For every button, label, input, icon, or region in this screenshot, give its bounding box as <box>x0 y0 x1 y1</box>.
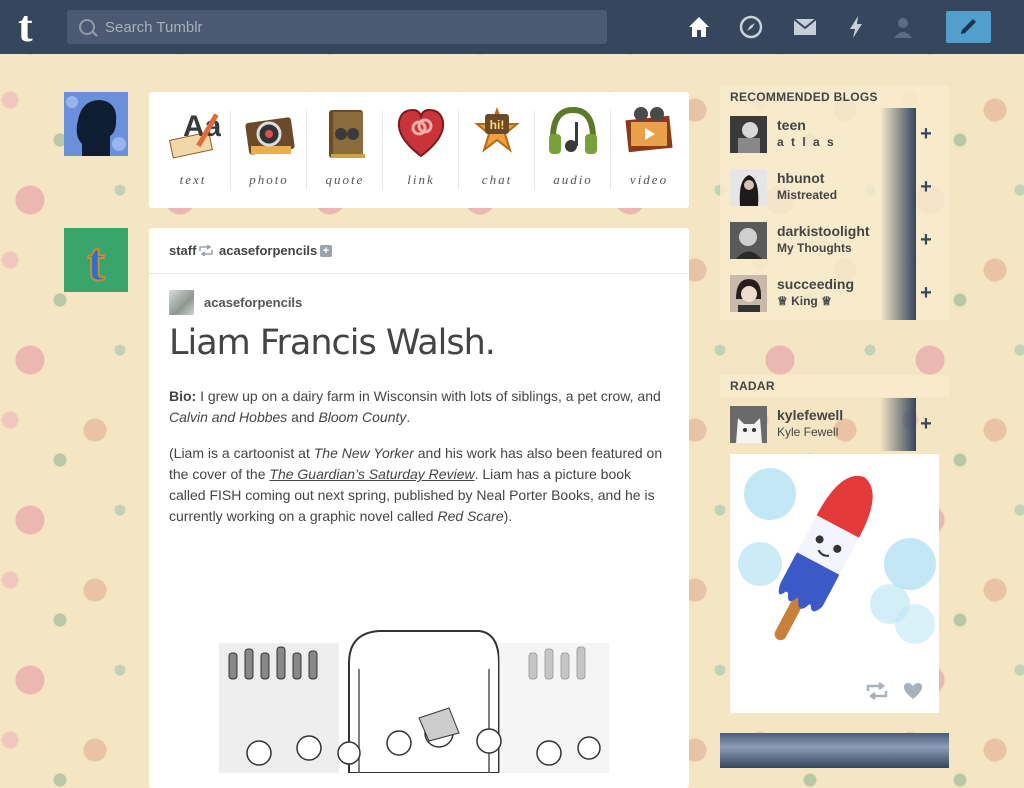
popsicle-illustration <box>730 454 939 668</box>
blog-avatar[interactable] <box>730 169 767 206</box>
fade-overlay <box>880 267 916 320</box>
bio-text: I grew up on a dairy farm in Wisconsin w… <box>196 388 661 404</box>
text-icon: Aa <box>168 110 221 159</box>
explore-all-link[interactable]: Explore all of Tumblr <box>730 334 839 348</box>
headphones-icon <box>549 106 597 154</box>
bio-italic-bloom: Bloom County <box>318 409 407 425</box>
post-bio-paragraph: Bio: I grew up on a dairy farm in Wiscon… <box>169 386 669 428</box>
follow-button[interactable]: + <box>918 175 934 199</box>
recommended-blog-item[interactable]: succeeding ♕ King ♕ + <box>720 267 949 320</box>
bio-label: Bio: <box>169 388 197 404</box>
post-body-paragraph: (Liam is a cartoonist at The New Yorker … <box>169 443 669 527</box>
blog-avatar[interactable] <box>730 275 767 312</box>
quote-icon <box>329 110 365 158</box>
blog-name[interactable]: succeeding <box>777 276 854 292</box>
post-type-audio[interactable]: audio <box>535 92 611 208</box>
post-type-label: chat <box>481 172 513 187</box>
post-type-link[interactable]: link <box>383 92 459 208</box>
post-type-chat[interactable]: hi! chat <box>459 92 535 208</box>
fade-overlay <box>880 214 916 267</box>
blog-avatar[interactable] <box>730 406 767 443</box>
recommended-blog-item[interactable]: darkistoolight My Thoughts + <box>720 214 949 267</box>
blog-avatar[interactable] <box>730 222 767 259</box>
post-type-bar: Aa text photo quote link hi! chat audio … <box>149 92 689 208</box>
guardian-link[interactable]: The Guardian’s Saturday Review <box>269 466 474 482</box>
compass-icon[interactable] <box>738 14 764 40</box>
reblog-icon <box>199 245 213 256</box>
svg-text:t: t <box>87 232 105 292</box>
fade-overlay <box>880 108 916 161</box>
sidebar-ad-block <box>720 733 949 768</box>
top-navigation-bar: t <box>0 0 1024 54</box>
account-icon[interactable] <box>890 14 916 40</box>
blog-title: Kyle Fewell <box>777 425 839 439</box>
lightning-icon[interactable] <box>843 14 869 40</box>
source-name[interactable]: acaseforpencils <box>204 295 302 310</box>
post-type-label: text <box>179 172 207 187</box>
post-type-text[interactable]: Aa text <box>155 92 231 208</box>
post-type-video[interactable]: video <box>611 92 687 208</box>
post-type-label: link <box>407 172 435 187</box>
blog-name[interactable]: hbunot <box>777 170 824 186</box>
fade-overlay <box>880 161 916 214</box>
blog-name[interactable]: teen <box>777 117 806 133</box>
follow-button[interactable]: + <box>918 281 934 305</box>
p2-a: (Liam is a cartoonist at <box>169 445 314 461</box>
post-header: staff acaseforpencils + <box>149 228 689 274</box>
radar-blog-item[interactable]: kylefewell Kyle Fewell + <box>720 398 949 451</box>
blog-title: Mistreated <box>777 188 838 202</box>
radar-header: RADAR <box>720 375 949 397</box>
camera-icon <box>245 117 295 155</box>
blog-title: ♕ King ♕ <box>777 294 832 308</box>
post-type-label: photo <box>249 172 289 187</box>
search-box[interactable] <box>67 10 607 44</box>
radar-post-card[interactable] <box>730 454 939 713</box>
compose-button[interactable] <box>946 11 991 43</box>
link-icon <box>397 108 445 158</box>
post-type-label: video <box>629 172 669 187</box>
post-type-label: quote <box>325 172 365 187</box>
video-icon <box>625 107 673 153</box>
fade-overlay <box>880 398 916 451</box>
chat-icon: hi! <box>474 107 520 153</box>
blog-avatar[interactable] <box>730 116 767 153</box>
bio-end: . <box>406 409 411 425</box>
post-type-photo[interactable]: photo <box>231 92 307 208</box>
follow-plus-icon[interactable]: + <box>320 245 332 257</box>
follow-button[interactable]: + <box>918 122 934 146</box>
tumblr-logo[interactable]: t <box>18 5 52 49</box>
p2-d: ). <box>503 508 513 524</box>
search-input[interactable] <box>105 10 595 44</box>
new-yorker-text: The New Yorker <box>313 445 414 461</box>
blog-title: My Thoughts <box>777 241 852 255</box>
source-avatar[interactable] <box>169 290 194 315</box>
cartoon-image <box>219 630 609 773</box>
reblogger-link[interactable]: staff <box>169 243 196 258</box>
bio-italic-calvin: Calvin and Hobbes <box>169 409 288 425</box>
follow-button[interactable]: + <box>918 412 934 436</box>
recommended-blog-item[interactable]: hbunot Mistreated + <box>720 161 949 214</box>
search-icon <box>79 19 95 35</box>
pencil-icon <box>961 19 976 34</box>
staff-blog-avatar[interactable]: t <box>64 228 128 292</box>
follow-button[interactable]: + <box>918 228 934 252</box>
reblog-icon[interactable] <box>866 682 888 700</box>
red-scare-text: Red Scare <box>437 508 504 524</box>
post-title: Liam Francis Walsh. <box>169 323 496 363</box>
mail-icon[interactable] <box>792 14 818 40</box>
dashboard-post: staff acaseforpencils + acaseforpencils … <box>149 228 689 788</box>
heart-icon[interactable] <box>903 682 923 700</box>
post-type-quote[interactable]: quote <box>307 92 383 208</box>
user-avatar[interactable] <box>64 92 128 156</box>
post-type-label: audio <box>553 172 593 187</box>
recommended-blog-item[interactable]: teen a t l a s + <box>720 108 949 161</box>
blog-name[interactable]: darkistoolight <box>777 223 870 239</box>
recommended-blogs-header: RECOMMENDED BLOGS <box>720 86 949 108</box>
bio-and: and <box>287 409 319 425</box>
home-icon[interactable] <box>686 14 712 40</box>
svg-text:hi!: hi! <box>490 118 505 132</box>
reblogged-from-link[interactable]: acaseforpencils <box>219 243 317 258</box>
blog-title: a t l a s <box>777 135 836 149</box>
blog-name[interactable]: kylefewell <box>777 407 843 423</box>
